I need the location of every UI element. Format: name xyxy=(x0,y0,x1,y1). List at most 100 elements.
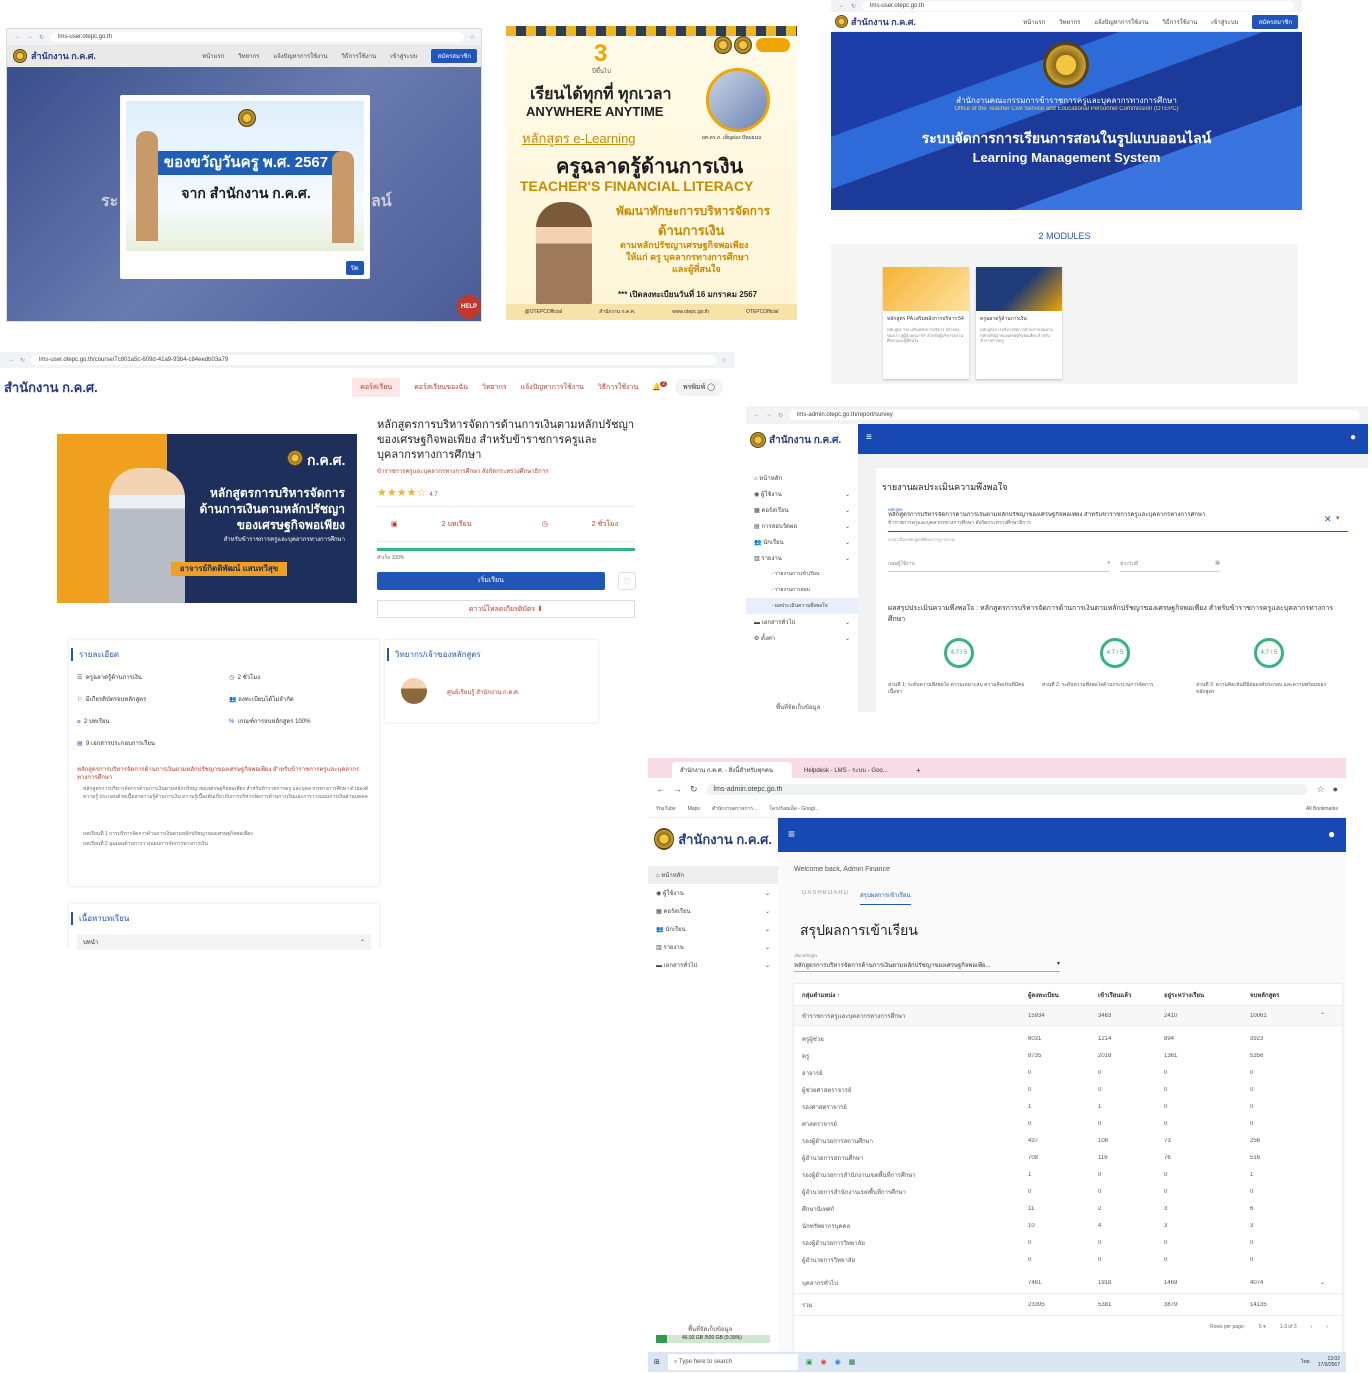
sidebar-item[interactable]: ⌂ หน้าหลัก xyxy=(648,866,778,884)
sidebar-item[interactable]: ⚙ ตั้งค่า ⌄ xyxy=(746,630,858,646)
course-select[interactable]: หลักสูตรการบริหารจัดการด้านการเงินตามหลั… xyxy=(794,960,1060,972)
rows-per-page-select[interactable]: 5 ▾ xyxy=(1259,1324,1266,1330)
star-icon[interactable]: ☆ xyxy=(722,357,727,364)
tab-helpdesk[interactable]: Helpdesk - LMS - ระบบ - Goo... xyxy=(796,762,906,778)
chevron-down-icon[interactable]: ⌄ xyxy=(1320,1279,1325,1286)
nav-my-courses[interactable]: คอร์สเรียนของฉัน xyxy=(414,382,468,393)
back-icon[interactable]: ← xyxy=(754,412,760,418)
chevron-right-icon[interactable]: › xyxy=(1326,1324,1328,1330)
address-bar[interactable]: lms-admin.otepc.go.th xyxy=(705,783,1309,795)
sidebar-item[interactable]: ▬ เอกสารทั่วไป ⌄ xyxy=(648,956,778,974)
back-icon[interactable]: ← xyxy=(839,3,845,9)
sidebar-item[interactable]: ▤ การสอบวัดผล ⌄ xyxy=(746,518,858,534)
tab-enrollment-summary[interactable]: สรุปผลการเข้าเรียน xyxy=(860,890,911,905)
course-select[interactable]: หลักสูตรการบริหารจัดการด้านการเงินตามหลั… xyxy=(888,512,1348,532)
nav-howto[interactable]: วิธีการใช้งาน xyxy=(342,51,377,61)
download-certificate-button[interactable]: ดาวน์โหลดเกียรติบัตร ⬇ xyxy=(377,600,635,618)
date-range-input[interactable]: ช่วงวันที่ ▦ xyxy=(1120,560,1220,572)
dropdown-icon[interactable]: ▾ xyxy=(1336,514,1340,522)
bookmark-maps[interactable]: Maps xyxy=(688,806,700,812)
address-bar[interactable]: lms-user.otepc.go.th/course/7c801a5c-609… xyxy=(31,355,716,365)
star-icon[interactable]: ☆ xyxy=(1316,784,1324,795)
user-menu[interactable]: พรพิมพ์ ◯ xyxy=(674,378,723,396)
nav-login[interactable]: เข้าสู่ระบบ xyxy=(1211,17,1238,27)
forward-icon[interactable]: → xyxy=(27,34,33,40)
nav-login[interactable]: เข้าสู่ระบบ xyxy=(390,51,417,61)
sidebar-item[interactable]: ◉ ผู้ใช้งาน ⌄ xyxy=(746,486,858,502)
app-icon-1[interactable]: ▣ xyxy=(806,1358,813,1366)
module-card[interactable]: หลักสูตร PA เสริมพลังการบริหาร 54 หลักสู… xyxy=(883,267,969,379)
clear-icon[interactable]: ✕ xyxy=(1324,514,1332,525)
chevron-left-icon[interactable]: ‹ xyxy=(1311,1324,1313,1330)
sidebar-item[interactable]: ▬ เอกสารทั่วไป ⌄ xyxy=(746,614,858,630)
nav-howto[interactable]: วิธีการใช้งาน xyxy=(1163,17,1198,27)
address-bar[interactable]: lms-user.otepc.go.th xyxy=(862,1,1294,11)
forward-icon[interactable]: → xyxy=(8,357,14,363)
taskbar-search[interactable]: ⌕ Type here to search xyxy=(667,1354,798,1370)
sidebar-item[interactable]: ⌂ หน้าหลัก xyxy=(746,470,858,486)
register-button[interactable]: สมัครสมาชิก xyxy=(1252,14,1298,29)
chrome-icon[interactable]: ◉ xyxy=(821,1358,827,1366)
start-learning-button[interactable]: เริ่มเรียน xyxy=(377,572,605,590)
star-icon[interactable]: ☆ xyxy=(470,34,475,41)
back-icon[interactable]: ← xyxy=(15,34,21,40)
help-button[interactable]: HELP xyxy=(457,295,481,319)
sidebar-item[interactable]: - ผลประเมินความพึงพอใจ xyxy=(746,598,858,614)
bookmark-4[interactable]: โครงร้อยเอ็ด - Googl... xyxy=(769,805,819,813)
nav-instructors[interactable]: วิทยากร xyxy=(1059,17,1080,27)
nav-report-issue[interactable]: แจ้งปัญหาการใช้งาน xyxy=(273,51,327,61)
nav-instructors[interactable]: วิทยากร xyxy=(482,382,507,393)
sidebar-item[interactable]: - รายงานการสอบ xyxy=(746,582,858,598)
sidebar-item[interactable]: - รายงานการเข้าเรียน xyxy=(746,566,858,582)
table-row-other[interactable]: บุคลากรทั่วไป 7461 1918 1469 4074 ⌄ xyxy=(794,1272,1342,1294)
heart-icon[interactable]: ♡ xyxy=(618,572,636,590)
profile-icon[interactable]: ● xyxy=(1333,784,1338,794)
new-tab-icon[interactable]: + xyxy=(910,766,927,778)
account-icon[interactable]: ● xyxy=(1350,432,1356,443)
register-button[interactable]: สมัครสมาชิก xyxy=(431,49,477,63)
content-row-intro[interactable]: บทนำ ⌃ xyxy=(77,934,371,950)
reload-icon[interactable]: ↻ xyxy=(851,3,856,10)
sidebar-item[interactable]: 👥 นักเรียน ⌄ xyxy=(746,534,858,550)
bookmark-youtube[interactable]: YouTube xyxy=(656,806,676,812)
nav-home[interactable]: หน้าแรก xyxy=(1023,17,1045,27)
sidebar-item[interactable]: 👥 นักเรียน ⌄ xyxy=(648,920,778,938)
nav-courses[interactable]: คอร์สเรียน xyxy=(352,377,401,397)
bell-icon[interactable]: 🔔 2 xyxy=(652,381,668,391)
back-icon[interactable]: ← xyxy=(656,784,665,794)
bookmark-3[interactable]: สำนักงานตรวจการ... xyxy=(712,805,757,813)
tab-otepc[interactable]: สำนักงาน ก.ค.ศ. - สิ่งนี้สำหรับทุกคน xyxy=(672,762,792,778)
nav-howto[interactable]: วิธีการใช้งาน xyxy=(598,382,638,393)
instructor-name[interactable]: ศูนย์เรียนรู้ สำนักงาน ก.ค.ศ. xyxy=(447,687,520,697)
module-card[interactable]: ครูฉลาดรู้ด้านการเงิน หลักสูตรการบริหารจ… xyxy=(976,267,1062,379)
chevron-up-icon[interactable]: ⌃ xyxy=(1320,1012,1325,1019)
nav-report-issue[interactable]: แจ้งปัญหาการใช้งาน xyxy=(1094,17,1148,27)
reload-icon[interactable]: ↻ xyxy=(20,357,25,364)
excel-icon[interactable]: ▦ xyxy=(849,1358,856,1366)
reload-icon[interactable]: ↻ xyxy=(778,412,783,419)
tab-dashboard[interactable]: DASHBOARD xyxy=(802,890,849,896)
popup-close-button[interactable]: ปิด xyxy=(346,261,364,275)
menu-icon[interactable]: ≡ xyxy=(788,827,795,841)
menu-icon[interactable]: ≡ xyxy=(866,432,872,443)
account-icon[interactable]: ● xyxy=(1328,827,1335,841)
nav-instructors[interactable]: วิทยากร xyxy=(238,51,259,61)
address-bar[interactable]: lms-admin.otepc.go.th/report/survey xyxy=(789,410,1360,420)
reload-icon[interactable]: ↻ xyxy=(690,784,698,795)
sidebar-item[interactable]: ◉ ผู้ใช้งาน ⌄ xyxy=(648,884,778,902)
reload-icon[interactable]: ↻ xyxy=(39,34,44,41)
forward-icon[interactable]: → xyxy=(673,784,682,794)
sidebar-item[interactable]: ▥ รายงาน ⌄ xyxy=(648,938,778,956)
forward-icon[interactable]: → xyxy=(766,412,772,418)
windows-start-icon[interactable]: ⊞ xyxy=(654,1358,660,1366)
nav-report-issue[interactable]: แจ้งปัญหาการใช้งาน xyxy=(521,382,584,393)
nav-home[interactable]: หน้าแรก xyxy=(202,51,224,61)
col-position[interactable]: กลุ่มตำแหน่ง ↑ xyxy=(794,990,1028,1000)
sidebar-item[interactable]: ▥ รายงาน ⌄ xyxy=(746,550,858,566)
sidebar-item[interactable]: ▦ คอร์สเรียน ⌄ xyxy=(648,902,778,920)
all-bookmarks[interactable]: All Bookmarks xyxy=(1306,806,1338,812)
edge-icon[interactable]: ◉ xyxy=(835,1358,841,1366)
sidebar-item[interactable]: ▦ คอร์สเรียน ⌄ xyxy=(746,502,858,518)
table-row-group[interactable]: ข้าราชการครูและบุคลากรทางการศึกษา 15934 … xyxy=(794,1006,1342,1026)
address-bar[interactable]: lms-user.otepc.go.th xyxy=(50,32,464,42)
